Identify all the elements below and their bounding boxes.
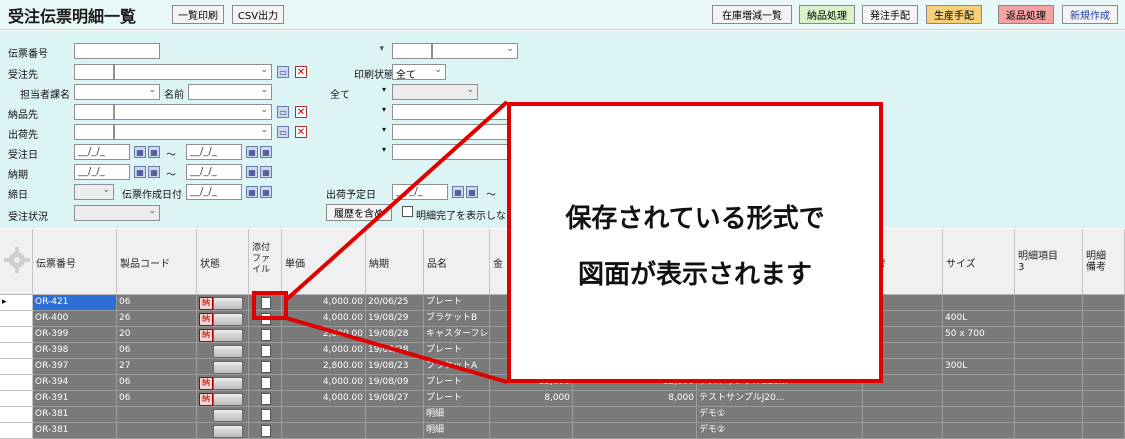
attach-highlight-box bbox=[252, 291, 288, 320]
callout-line-1: 保存されている形式で bbox=[565, 204, 825, 234]
callout-box: 保存されている形式で 図面が表示されます bbox=[507, 102, 883, 383]
callout-line-2: 図面が表示されます bbox=[577, 260, 812, 290]
